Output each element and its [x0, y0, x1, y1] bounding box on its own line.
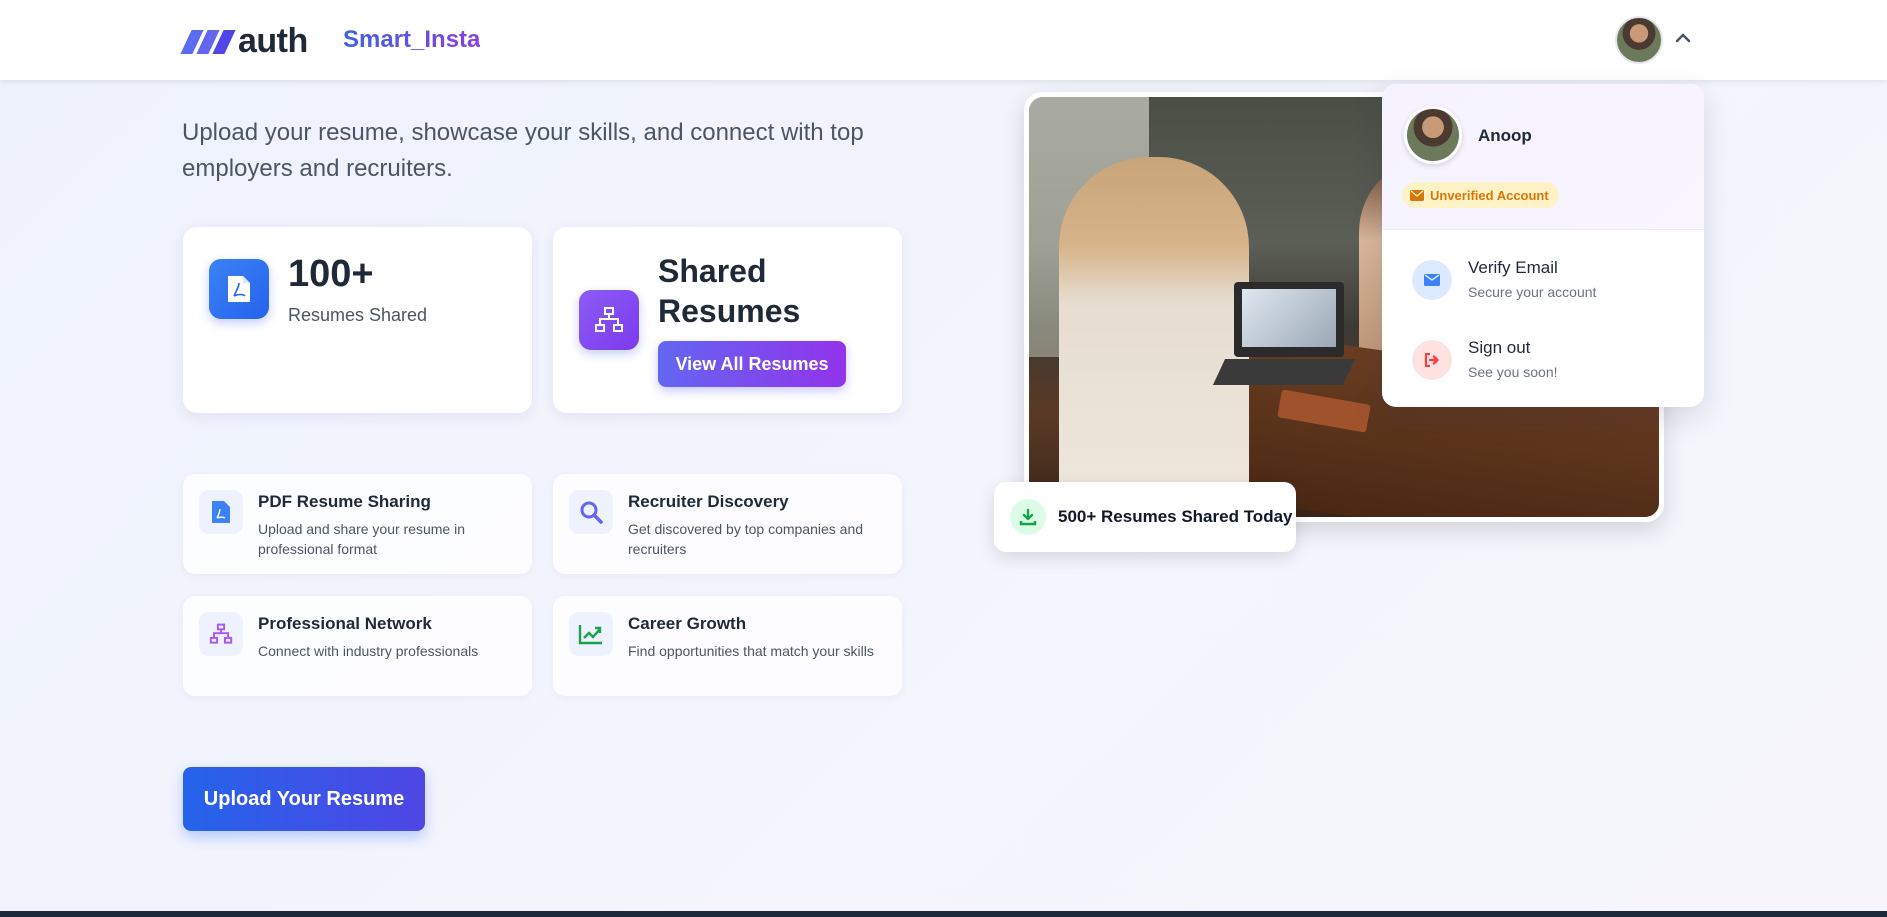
- download-icon: [1010, 499, 1046, 535]
- pdf-icon: [209, 259, 269, 319]
- brand-name[interactable]: Smart_Insta: [343, 26, 480, 54]
- view-all-resumes-button[interactable]: View All Resumes: [658, 341, 846, 387]
- feature-card-professional-network: Professional Network Connect with indust…: [183, 596, 532, 696]
- sitemap-icon: [199, 612, 243, 656]
- top-navbar: auth Smart_Insta: [0, 0, 1887, 80]
- status-badge: Unverified Account: [1402, 182, 1559, 208]
- feature-description: Get discovered by top companies and recr…: [628, 521, 864, 557]
- feature-card-career-growth: Career Growth Find opportunities that ma…: [553, 596, 902, 696]
- resumes-today-badge: 500+ Resumes Shared Today: [994, 482, 1296, 552]
- envelope-icon: [1412, 260, 1452, 300]
- footer-edge: [0, 911, 1887, 917]
- menu-item-sign-out[interactable]: Sign out See you soon!: [1382, 322, 1704, 392]
- stat-title: Shared Resumes: [658, 253, 801, 329]
- stat-value: 100+: [288, 253, 374, 295]
- status-badge-label: Unverified Account: [1430, 187, 1549, 203]
- menu-item-title: Sign out: [1468, 338, 1531, 357]
- feature-title: Career Growth: [628, 614, 747, 633]
- envelope-icon: [1410, 189, 1424, 201]
- avatar: [1404, 106, 1462, 164]
- feature-description: Find opportunities that match your skill…: [628, 643, 874, 659]
- badge-text: 500+ Resumes Shared Today: [1058, 507, 1293, 526]
- logo[interactable]: auth: [180, 22, 308, 61]
- feature-description: Connect with industry professionals: [258, 643, 479, 659]
- menu-item-title: Verify Email: [1468, 258, 1558, 277]
- logo-text: auth: [238, 22, 308, 60]
- stat-card-resumes: 100+ Resumes Shared: [183, 227, 532, 413]
- feature-description: Upload and share your resume in professi…: [258, 521, 466, 557]
- search-icon: [569, 490, 613, 534]
- user-avatar[interactable]: [1615, 16, 1663, 64]
- user-dropdown-menu: Anoop Unverified Account Verify Email Se…: [1382, 84, 1704, 407]
- chart-line-icon: [569, 612, 613, 656]
- sign-out-icon: [1412, 340, 1452, 380]
- menu-item-subtitle: Secure your account: [1468, 284, 1597, 300]
- dropdown-header: Anoop Unverified Account: [1382, 84, 1704, 230]
- feature-card-pdf-sharing: PDF Resume Sharing Upload and share your…: [183, 474, 532, 574]
- hero-tagline: Upload your resume, showcase your skills…: [182, 119, 864, 182]
- feature-card-recruiter-discovery: Recruiter Discovery Get discovered by to…: [553, 474, 902, 574]
- pdf-icon: [199, 490, 243, 534]
- sitemap-icon: [579, 290, 639, 350]
- feature-title: Professional Network: [258, 614, 432, 633]
- chevron-up-icon[interactable]: [1673, 28, 1693, 48]
- logo-mark: [180, 29, 236, 54]
- user-name: Anoop: [1478, 126, 1532, 145]
- menu-item-verify-email[interactable]: Verify Email Secure your account: [1382, 242, 1704, 312]
- menu-item-subtitle: See you soon!: [1468, 364, 1558, 380]
- upload-resume-button[interactable]: Upload Your Resume: [183, 767, 425, 831]
- feature-title: Recruiter Discovery: [628, 492, 789, 511]
- stat-card-shared: Shared Resumes View All Resumes: [553, 227, 902, 413]
- stat-label: Resumes Shared: [288, 305, 428, 325]
- feature-title: PDF Resume Sharing: [258, 492, 431, 511]
